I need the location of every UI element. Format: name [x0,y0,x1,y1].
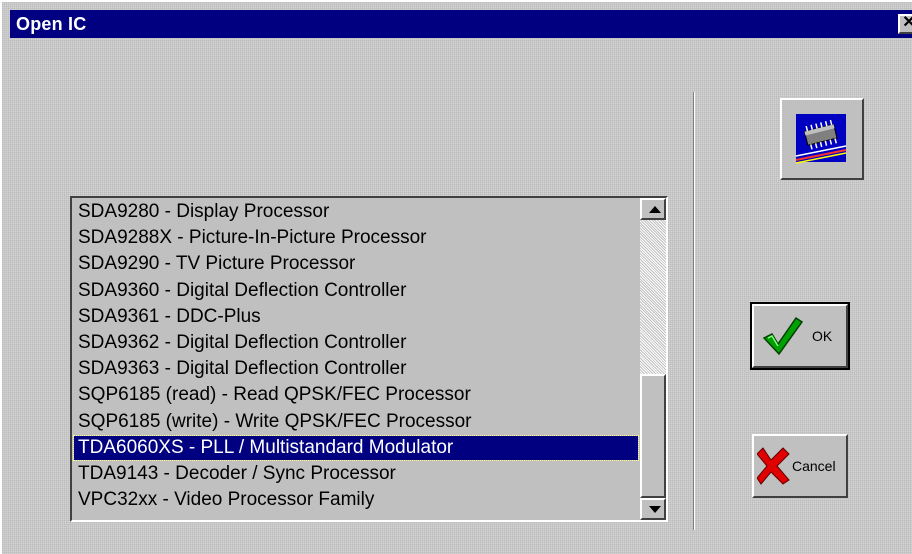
cancel-label: Cancel [792,458,836,474]
ic-chip-icon [795,114,847,164]
ic-listbox[interactable]: SDA9280 - Display Processor SDA9288X - Pi… [70,196,668,522]
arrow-up-icon [649,206,661,213]
close-icon: ✕ [902,14,912,31]
list-item[interactable]: SDA9288X - Picture-In-Picture Processor [74,226,638,250]
list-item[interactable]: SDA9290 - TV Picture Processor [74,252,638,276]
vertical-divider [693,92,695,530]
scroll-up-button[interactable] [640,198,666,220]
ok-label: OK [812,328,833,344]
list-item[interactable]: SQP6185 (read) - Read QPSK/FEC Processor [74,383,638,407]
list-item[interactable]: SDA9280 - Display Processor [74,200,638,224]
ok-button[interactable]: OK [750,302,850,370]
list-items-area[interactable]: SDA9280 - Display Processor SDA9288X - Pi… [72,198,640,520]
scroll-thumb[interactable] [640,374,666,498]
list-item[interactable]: SQP6185 (write) - Write QPSK/FEC Process… [74,410,638,434]
list-item[interactable]: SDA9363 - Digital Deflection Controller [74,357,638,381]
list-item[interactable]: SDA9361 - DDC-Plus [74,305,638,329]
red-x-icon [757,447,790,485]
cancel-button[interactable]: Cancel [752,434,848,498]
list-item[interactable]: SDA9360 - Digital Deflection Controller [74,279,638,303]
close-button[interactable]: ✕ [898,14,912,34]
open-ic-dialog: Open IC ✕ SDA9280 - Display Processor SD… [0,0,912,554]
window-title: Open IC [16,13,87,34]
title-bar[interactable]: Open IC ✕ [10,10,912,38]
list-item[interactable]: SDA9362 - Digital Deflection Controller [74,331,638,355]
list-item[interactable]: VPC32xx - Video Processor Family [74,488,638,512]
scroll-down-button[interactable] [640,498,666,520]
list-item[interactable]: TDA6060XS - PLL / Multistandard Modulato… [73,434,639,461]
list-item[interactable]: TDA9143 - Decoder / Sync Processor [74,462,638,486]
ic-chip-button[interactable] [780,98,864,180]
checkmark-icon [762,316,804,356]
arrow-down-icon [649,506,661,513]
vertical-scrollbar[interactable] [640,198,666,520]
